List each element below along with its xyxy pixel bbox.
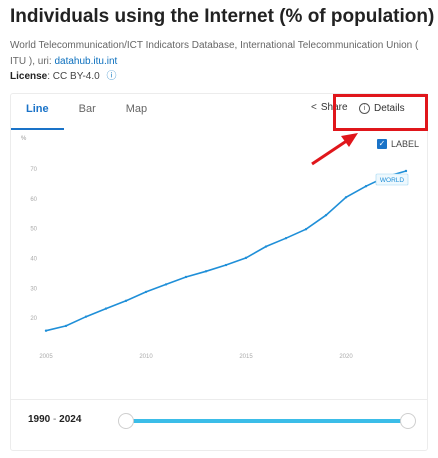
- y-tick-label: 30: [30, 286, 37, 292]
- data-point: [304, 228, 308, 231]
- data-point: [164, 283, 168, 286]
- source-citation: World Telecommunication/ICT Indicators D…: [10, 38, 430, 70]
- x-tick-label: 2010: [139, 354, 153, 360]
- data-point: [124, 299, 128, 303]
- chart-card: Line Bar Map < Share i Details ✓ LABEL %…: [10, 93, 428, 451]
- page-title: Individuals using the Internet (% of pop…: [10, 6, 435, 27]
- y-axis-unit-label: %: [21, 136, 27, 142]
- data-point: [184, 275, 188, 279]
- x-tick-label: 2005: [39, 354, 53, 360]
- info-icon[interactable]: ⓘ: [106, 70, 116, 84]
- y-tick-label: 50: [30, 227, 37, 233]
- time-range-bar: 1990 - 2024: [10, 399, 428, 443]
- series-end-label: WORLD: [380, 177, 405, 184]
- y-tick-label: 20: [30, 316, 37, 322]
- license-value: : CC BY-4.0: [47, 71, 100, 82]
- range-label: 1990 - 2024: [28, 414, 81, 425]
- range-start: 1990: [28, 414, 51, 425]
- range-slider-start-handle[interactable]: [118, 413, 134, 429]
- x-tick-label: 2015: [239, 354, 253, 360]
- x-tick-label: 2020: [339, 354, 353, 360]
- data-point: [144, 290, 148, 294]
- data-point: [64, 324, 68, 328]
- y-tick-label: 70: [30, 167, 37, 173]
- y-tick-label: 60: [30, 197, 37, 203]
- line-chart: % 20 30 40 50 60 70 2005 2010 2015 2020 WORLD: [21, 136, 409, 360]
- license-label: License: [10, 71, 48, 82]
- data-point: [204, 270, 208, 273]
- data-point: [404, 169, 408, 173]
- series-line: [45, 170, 407, 332]
- source-link[interactable]: datahub.itu.int: [54, 56, 117, 67]
- range-slider-track[interactable]: [126, 419, 408, 423]
- range-end: 2024: [59, 414, 82, 425]
- data-point: [344, 196, 348, 199]
- data-point: [364, 185, 368, 188]
- data-point: [224, 263, 228, 267]
- data-point: [244, 256, 248, 260]
- y-tick-label: 40: [30, 256, 37, 262]
- range-slider-end-handle[interactable]: [400, 413, 416, 429]
- data-point: [104, 307, 108, 310]
- data-point: [324, 213, 328, 217]
- data-point: [264, 245, 268, 248]
- data-point: [44, 329, 48, 332]
- license-line: License: CC BY-4.0 ⓘ: [10, 70, 116, 84]
- data-point: [84, 315, 88, 318]
- range-separator: -: [50, 414, 60, 425]
- data-point: [284, 236, 288, 240]
